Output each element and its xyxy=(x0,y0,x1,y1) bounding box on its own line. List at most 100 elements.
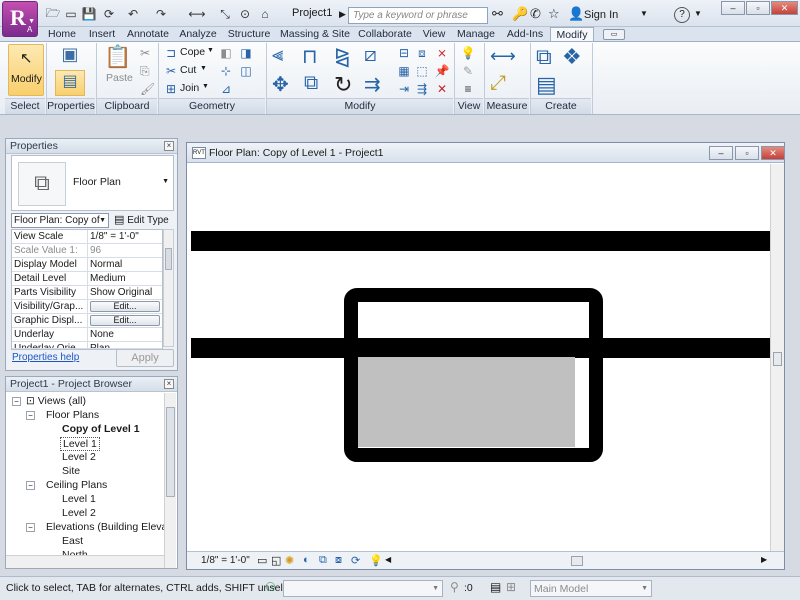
visual-style-icon[interactable]: ◱ xyxy=(271,554,281,567)
chevron-down-icon[interactable]: ▼ xyxy=(694,9,702,18)
undo-icon[interactable]: ↶ xyxy=(124,6,142,22)
measure-between-icon[interactable]: ⟷ xyxy=(490,46,516,67)
tree-node-copy-of-level-1[interactable]: Copy of Level 1 xyxy=(62,423,140,435)
match-properties-icon[interactable]: 🖌 xyxy=(140,82,155,96)
paint-icon[interactable]: ◨ xyxy=(238,45,254,61)
browser-scrollbar[interactable] xyxy=(164,393,176,568)
tab-manage[interactable]: Manage xyxy=(454,27,498,42)
tree-node-ceiling-level-1[interactable]: Level 1 xyxy=(62,493,96,505)
tree-node-site[interactable]: Site xyxy=(62,465,80,477)
close-button[interactable]: ✕ xyxy=(771,1,798,15)
property-value[interactable]: Plan xyxy=(88,342,162,348)
cut-icon[interactable]: ✂ xyxy=(140,46,150,60)
join-icon[interactable]: ⊞ xyxy=(163,81,179,97)
worksets-icon[interactable]: ⚇ xyxy=(265,580,276,594)
create-assembly-icon[interactable]: ⧉ xyxy=(536,44,552,70)
filter-icon[interactable]: ▤ xyxy=(490,580,501,594)
copy-icon[interactable]: ⎘ xyxy=(140,64,150,79)
temporary-hide-icon[interactable]: ⟳ xyxy=(351,554,360,567)
cope-button-label[interactable]: Cope xyxy=(180,46,205,58)
help-icon[interactable]: ? xyxy=(674,7,690,23)
view-scale[interactable]: 1/8" = 1'-0" xyxy=(201,555,250,566)
override-graphics-icon[interactable]: ✎ xyxy=(460,63,476,79)
property-row[interactable]: View Scale 1/8" = 1'-0" xyxy=(12,230,162,244)
tab-massing-site[interactable]: Massing & Site xyxy=(278,27,352,42)
property-value[interactable]: 1/8" = 1'-0" xyxy=(88,230,162,243)
rotate-icon[interactable]: ↻ xyxy=(334,72,352,98)
cut-button-label[interactable]: Cut xyxy=(180,64,196,76)
modify-button[interactable]: ↖ Modify xyxy=(8,44,44,96)
create-group-icon[interactable]: ▤ xyxy=(536,72,557,98)
tree-node-elevations[interactable]: Elevations (Building Elevatio xyxy=(46,521,164,533)
redo-icon[interactable]: ↷ xyxy=(152,6,170,22)
tree-node-ceiling-level-2[interactable]: Level 2 xyxy=(62,507,96,519)
paste-icon[interactable]: 📋 xyxy=(104,44,131,72)
dimension-qat-icon[interactable]: ⤡ xyxy=(216,6,234,22)
tree-node-east[interactable]: East xyxy=(62,535,83,547)
wall-lower[interactable] xyxy=(191,338,770,358)
open-icon[interactable]: 🗁 xyxy=(44,6,62,22)
cut-geometry-icon[interactable]: ✂ xyxy=(163,63,179,79)
property-value[interactable]: None xyxy=(88,328,162,341)
join-button-label[interactable]: Join xyxy=(180,82,199,94)
view-vertical-scrollbar[interactable] xyxy=(770,164,784,552)
array-icon[interactable]: ▦ xyxy=(396,63,412,79)
instance-selector[interactable]: Floor Plan: Copy of ▼ xyxy=(11,213,109,228)
apply-button[interactable]: Apply xyxy=(116,349,174,367)
cut-profile-icon[interactable]: ⊿ xyxy=(218,81,234,97)
tab-insert[interactable]: Insert xyxy=(84,27,120,42)
scrollbar-thumb[interactable] xyxy=(571,556,583,566)
maximize-button[interactable]: ▫ xyxy=(746,1,770,15)
collapse-icon[interactable]: − xyxy=(26,411,35,420)
create-parts-icon[interactable]: ❖ xyxy=(562,44,582,70)
new-icon[interactable]: ▭ xyxy=(62,6,80,22)
trim-icon[interactable]: ⇉ xyxy=(364,72,381,97)
wall-joins-icon[interactable]: ⊹ xyxy=(218,63,234,79)
delete-icon[interactable]: ✕ xyxy=(434,81,450,97)
pin-icon[interactable]: 📌 xyxy=(434,63,450,79)
property-value[interactable]: Show Original xyxy=(88,286,162,299)
workset-selector[interactable]: ▼ xyxy=(283,580,443,597)
minimize-button[interactable]: – xyxy=(721,1,745,15)
collapse-icon[interactable]: − xyxy=(12,397,21,406)
hide-in-view-icon[interactable]: 💡 xyxy=(460,45,476,61)
editable-only-icon[interactable]: ⚲ xyxy=(450,580,459,594)
edit-type-button[interactable]: ▤ Edit Type xyxy=(114,213,174,228)
split-face-icon[interactable]: ◧ xyxy=(218,45,234,61)
close-icon[interactable]: × xyxy=(164,379,174,389)
subscription-icon[interactable]: 🔑 xyxy=(512,6,528,22)
cope-icon[interactable]: ⊐ xyxy=(163,45,179,61)
scale-icon[interactable]: ⬚ xyxy=(414,63,430,79)
play-icon[interactable]: ▶ xyxy=(339,9,346,20)
chevron-down-icon[interactable]: ▼ xyxy=(202,83,209,90)
view-close-button[interactable]: ✕ xyxy=(761,146,785,160)
tab-modify[interactable]: Modify xyxy=(550,27,594,42)
property-row[interactable]: Underlay None xyxy=(12,328,162,342)
demolish-icon[interactable]: ◫ xyxy=(238,63,254,79)
properties-scrollbar[interactable] xyxy=(163,229,174,347)
tab-analyze[interactable]: Analyze xyxy=(176,27,220,42)
star-icon[interactable]: ☆ xyxy=(548,6,560,22)
visibility-edit-button[interactable]: Edit... xyxy=(90,301,160,312)
view-minimize-button[interactable]: – xyxy=(709,146,733,160)
tree-node-ceiling-plans[interactable]: Ceiling Plans xyxy=(46,479,107,491)
scroll-right-icon[interactable]: ▶ xyxy=(761,555,767,564)
scroll-left-icon[interactable]: ◀ xyxy=(385,555,391,564)
properties-help-link[interactable]: Properties help xyxy=(12,352,79,363)
chevron-down-icon[interactable]: ▼ xyxy=(162,178,169,185)
view-restore-button[interactable]: ▫ xyxy=(735,146,759,160)
paste-button-label[interactable]: Paste xyxy=(106,72,133,84)
scrollbar-thumb[interactable] xyxy=(166,407,175,497)
shadows-icon[interactable]: ◐ xyxy=(303,554,310,566)
property-value[interactable]: Medium xyxy=(88,272,162,285)
drawing-canvas[interactable] xyxy=(191,164,770,552)
type-selector[interactable]: ⧉ Floor Plan ▼ xyxy=(11,155,174,211)
measure-qat-icon[interactable]: ⟷ xyxy=(188,6,206,22)
browser-hscrollbar[interactable] xyxy=(6,555,164,568)
property-row[interactable]: Detail Level Medium xyxy=(12,272,162,286)
communication-icon[interactable]: ✆ xyxy=(530,6,541,22)
tab-add-ins[interactable]: Add-Ins xyxy=(502,27,548,42)
tab-home[interactable]: Home xyxy=(42,27,82,42)
split-gap-icon[interactable]: ⧈ xyxy=(414,45,430,61)
save-icon[interactable]: 💾 xyxy=(80,6,98,22)
